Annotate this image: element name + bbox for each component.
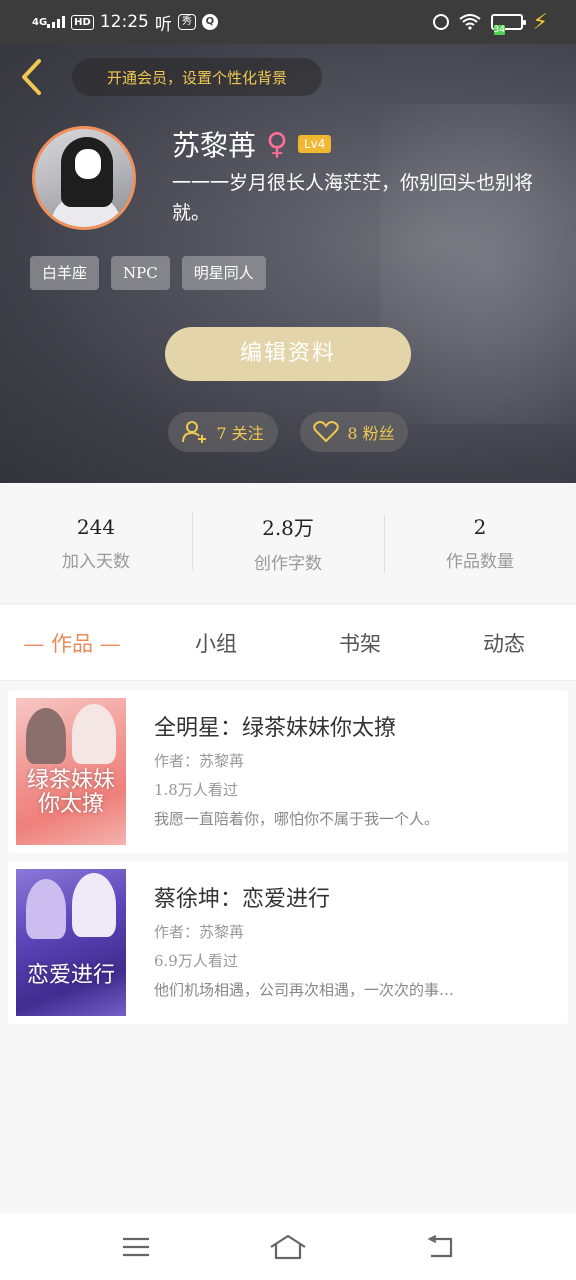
work-title: 蔡徐坤：恋爱进行 bbox=[154, 887, 331, 912]
work-description: 他们机场相遇，公司再次相遇，一次次的事… bbox=[154, 981, 455, 999]
home-icon bbox=[270, 1234, 306, 1259]
following-button[interactable]: 7 关注 bbox=[168, 412, 278, 452]
work-info: 蔡徐坤：恋爱进行 作者：苏黎苒 6.9万人看过 他们机场相遇，公司再次相遇，一次… bbox=[126, 869, 534, 1016]
work-author: 作者：苏黎苒 bbox=[154, 923, 245, 941]
work-views: 6.9万人看过 bbox=[154, 952, 238, 970]
stat-label: 创作字数 bbox=[254, 554, 322, 574]
menu-button[interactable] bbox=[106, 1227, 166, 1267]
profile-header: 开通会员，设置个性化背景 苏黎苒 ♀ Lv4 一一一岁月很长人海茫茫，你别回头也… bbox=[0, 44, 576, 483]
status-bar: 4G HD 12:25 听 秀 Q 34 ⚡ bbox=[0, 0, 576, 44]
level-badge: Lv4 bbox=[297, 135, 332, 153]
book-cover[interactable]: 恋爱进行 bbox=[16, 869, 126, 1016]
battery-level: 34 bbox=[493, 25, 505, 35]
stats-row: 244 加入天数 2.8万 创作字数 2 作品数量 bbox=[0, 483, 576, 604]
vip-background-button[interactable]: 开通会员，设置个性化背景 bbox=[72, 58, 322, 96]
edit-profile-button[interactable]: 编辑资料 bbox=[165, 327, 411, 381]
work-info: 全明星：绿茶妹妹你太撩 作者：苏黎苒 1.8万人看过 我愿一直陪着你，哪怕你不属… bbox=[126, 698, 534, 845]
menu-icon bbox=[123, 1237, 149, 1256]
stat-value: 2 bbox=[473, 514, 487, 539]
charging-icon: ⚡ bbox=[532, 9, 548, 35]
tag-list: 白羊座 NPC 明星同人 bbox=[30, 256, 266, 290]
hd-badge: HD bbox=[71, 14, 94, 30]
work-views: 1.8万人看过 bbox=[154, 781, 238, 799]
status-right: 34 ⚡ bbox=[432, 9, 548, 35]
return-button[interactable] bbox=[410, 1227, 470, 1267]
tab-activity[interactable]: 动态 bbox=[432, 628, 576, 658]
stat-label: 作品数量 bbox=[446, 551, 514, 572]
avatar[interactable] bbox=[32, 126, 136, 230]
tab-groups[interactable]: 小组 bbox=[144, 628, 288, 658]
return-icon bbox=[427, 1234, 453, 1257]
tab-bookshelf[interactable]: 书架 bbox=[288, 628, 432, 658]
show-app-icon: 秀 bbox=[177, 14, 196, 30]
system-nav-bar bbox=[0, 1213, 576, 1280]
add-user-icon bbox=[182, 421, 207, 443]
stat-value: 244 bbox=[76, 514, 116, 539]
work-title: 全明星：绿茶妹妹你太撩 bbox=[154, 716, 397, 741]
listen-icon: 听 bbox=[154, 14, 172, 35]
stat-label: 加入天数 bbox=[62, 551, 130, 572]
female-icon: ♀ bbox=[266, 126, 288, 162]
work-description: 我愿一直陪着你，哪怕你不属于我一个人。 bbox=[154, 810, 440, 828]
works-list: 绿茶妹妹你太撩 全明星：绿茶妹妹你太撩 作者：苏黎苒 1.8万人看过 我愿一直陪… bbox=[8, 690, 568, 1032]
bio: 一一一岁月很长人海茫茫，你别回头也别将就。 bbox=[172, 172, 534, 224]
work-card[interactable]: 恋爱进行 蔡徐坤：恋爱进行 作者：苏黎苒 6.9万人看过 他们机场相遇，公司再次… bbox=[8, 861, 568, 1024]
stat-join-days: 244 加入天数 bbox=[0, 515, 192, 572]
status-left: 4G HD 12:25 听 秀 Q bbox=[32, 10, 218, 35]
alarm-icon bbox=[432, 14, 449, 30]
stat-work-count: 2 作品数量 bbox=[384, 514, 576, 573]
network-type: 4G bbox=[32, 17, 48, 28]
fans-button[interactable]: 8 粉丝 bbox=[300, 412, 408, 452]
tag-item[interactable]: 明星同人 bbox=[181, 256, 266, 290]
battery-icon: 34 bbox=[490, 14, 526, 35]
cover-title: 绿茶妹妹你太撩 bbox=[26, 768, 115, 817]
cover-title: 恋爱进行 bbox=[26, 963, 115, 988]
tab-works[interactable]: 作品 bbox=[0, 628, 144, 658]
work-author: 作者：苏黎苒 bbox=[154, 752, 245, 770]
stat-value: 2.8万 bbox=[262, 516, 314, 540]
work-card[interactable]: 绿茶妹妹你太撩 全明星：绿茶妹妹你太撩 作者：苏黎苒 1.8万人看过 我愿一直陪… bbox=[8, 690, 568, 853]
home-button[interactable] bbox=[258, 1227, 318, 1267]
following-count: 7 关注 bbox=[216, 424, 264, 443]
heart-icon bbox=[313, 421, 340, 443]
chevron-left-icon bbox=[22, 59, 41, 95]
book-cover[interactable]: 绿茶妹妹你太撩 bbox=[16, 698, 126, 845]
wifi-icon bbox=[458, 14, 481, 30]
app-notification-icon: Q bbox=[201, 14, 218, 30]
fans-count: 8 粉丝 bbox=[347, 424, 395, 443]
back-button[interactable] bbox=[14, 58, 48, 96]
tab-bar: 作品 小组 书架 动态 bbox=[0, 605, 576, 681]
tag-item[interactable]: NPC bbox=[111, 256, 170, 290]
tag-item[interactable]: 白羊座 bbox=[30, 256, 100, 290]
stat-word-count: 2.8万 创作字数 bbox=[192, 512, 384, 574]
signal-icon: 4G bbox=[32, 16, 66, 28]
username: 苏黎苒 bbox=[172, 129, 257, 162]
username-row: 苏黎苒 ♀ Lv4 bbox=[172, 124, 332, 164]
clock: 12:25 bbox=[99, 12, 149, 32]
